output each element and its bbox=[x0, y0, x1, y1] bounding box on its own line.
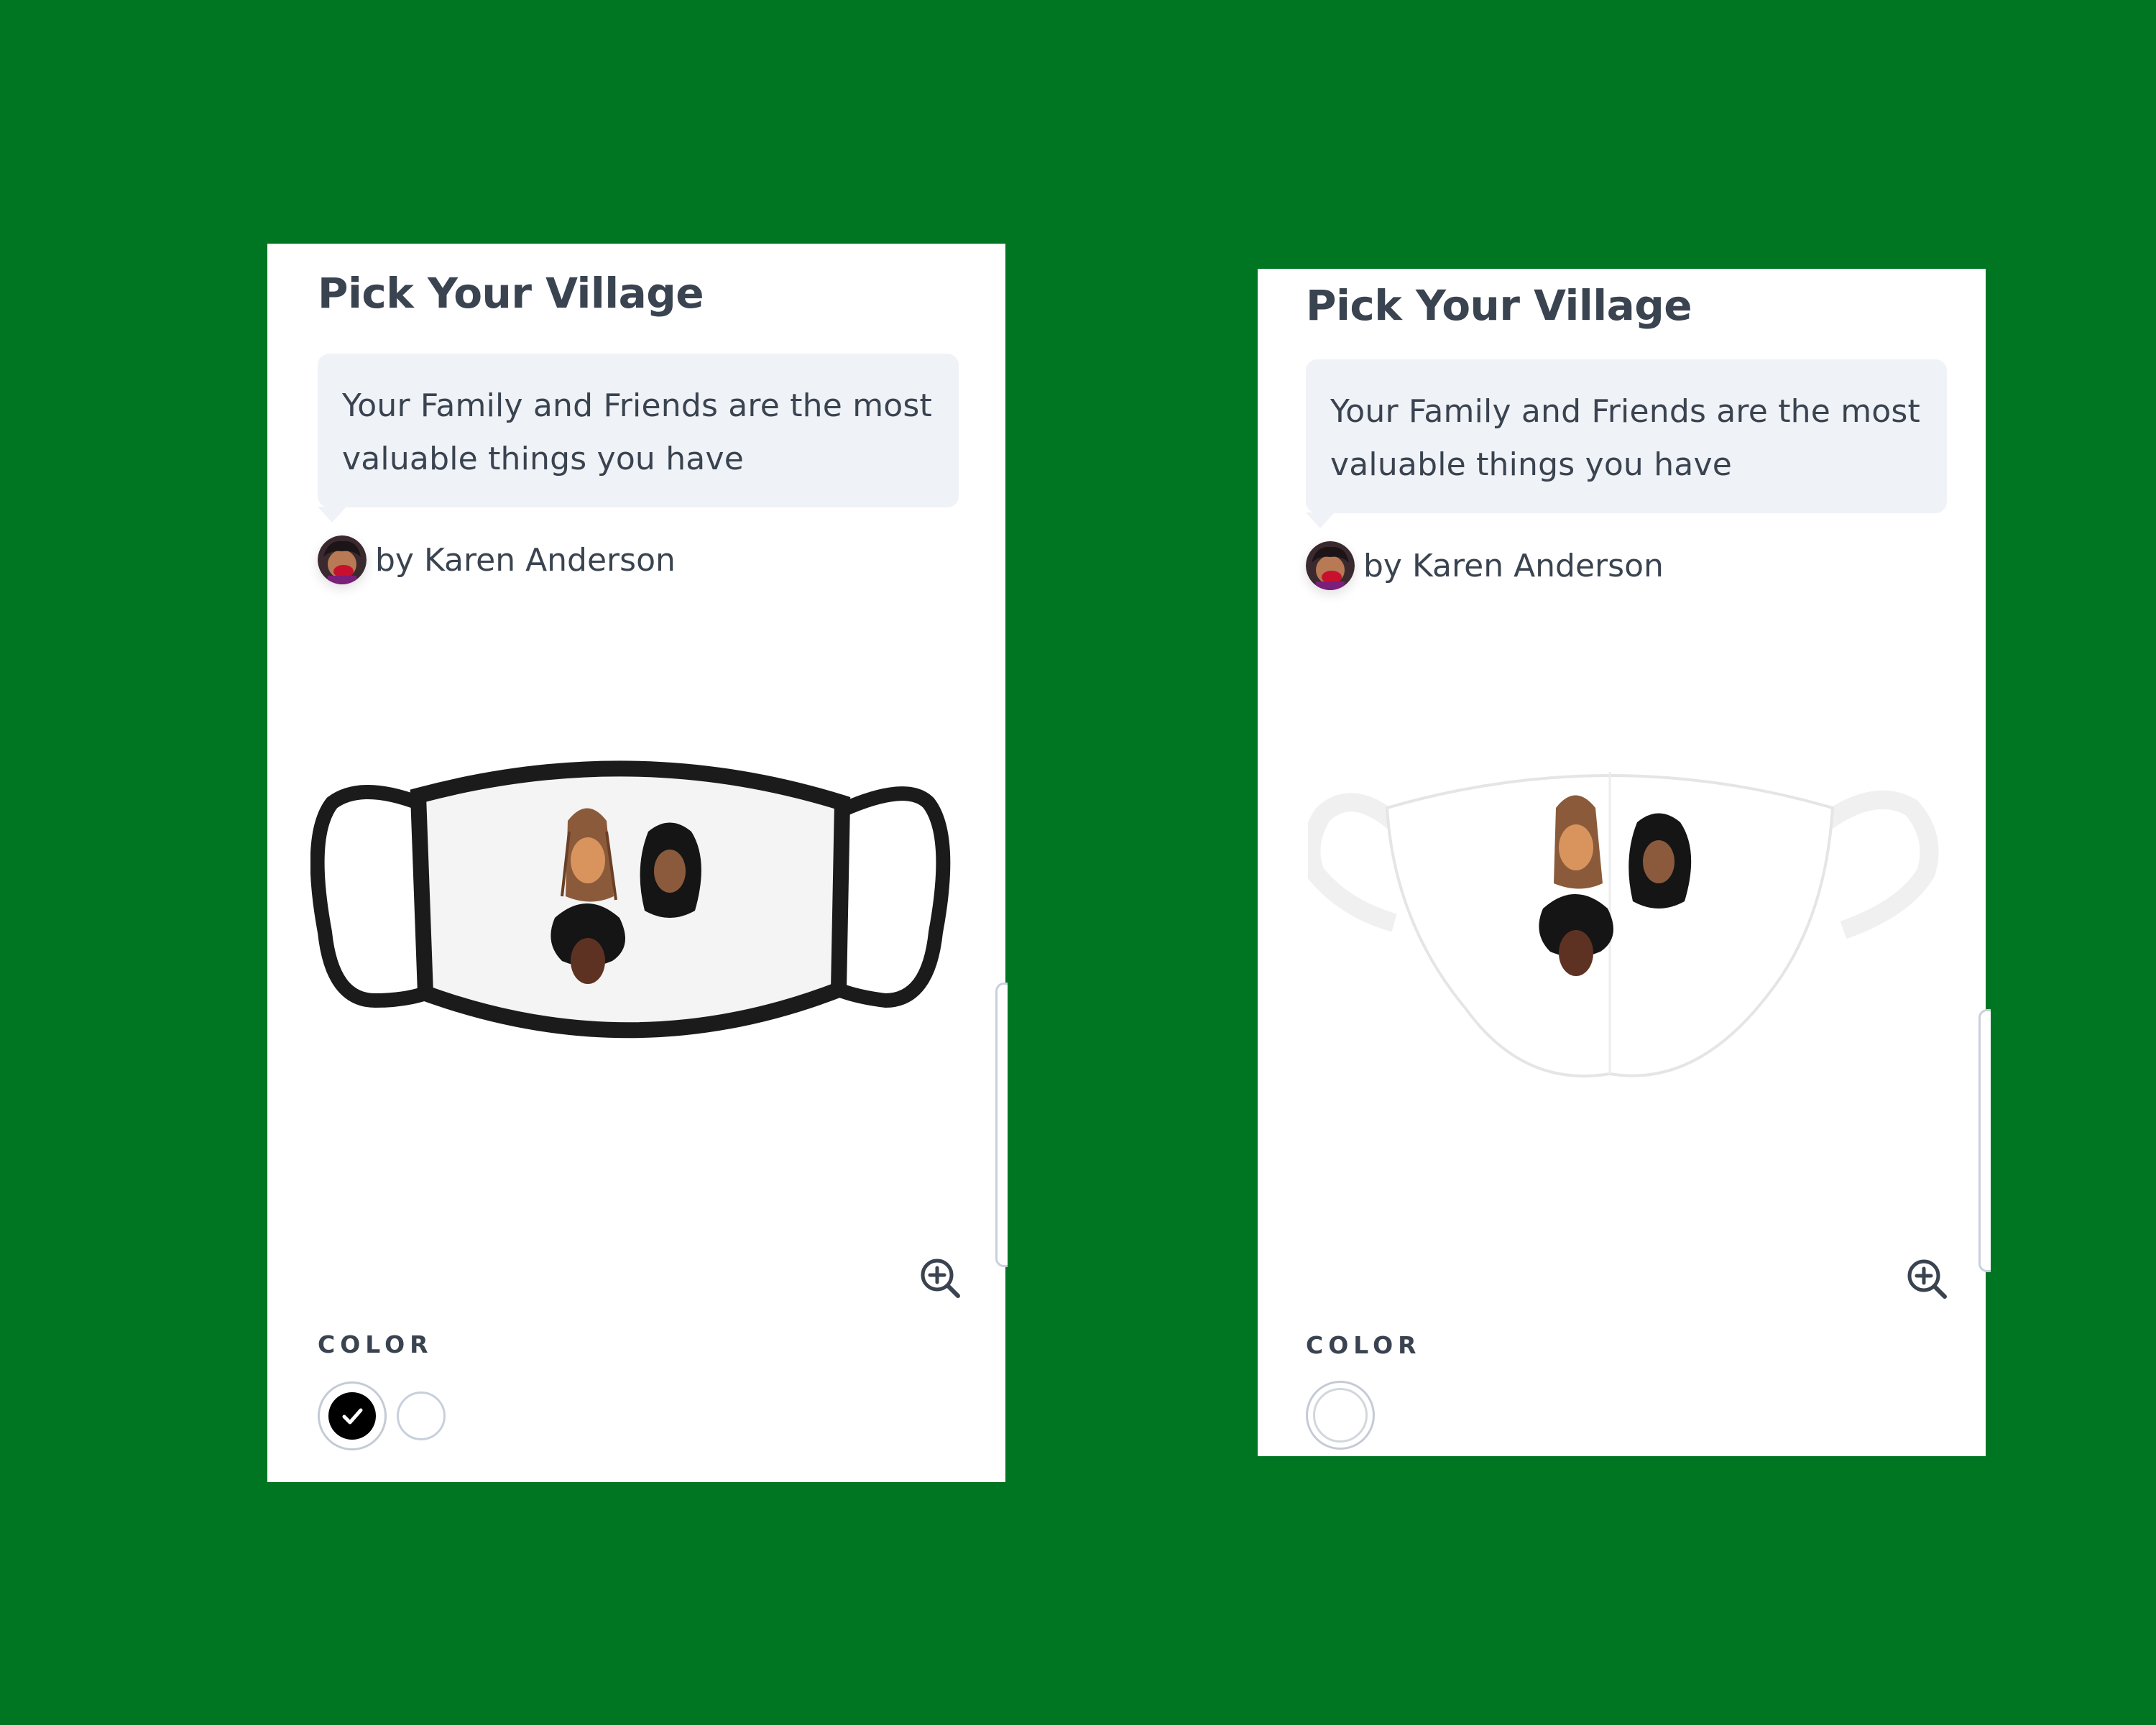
description-bubble: Your Family and Friends are the most val… bbox=[318, 354, 959, 507]
avatar[interactable] bbox=[318, 535, 367, 584]
color-label: COLOR bbox=[1306, 1331, 1422, 1359]
carousel-peek[interactable] bbox=[1978, 1009, 1991, 1272]
author-name[interactable]: by Karen Anderson bbox=[1363, 548, 1664, 584]
description-line: Your Family and Friends are the most bbox=[342, 387, 932, 424]
swatch-white-selected[interactable] bbox=[1306, 1381, 1375, 1450]
product-image-mask-black[interactable] bbox=[310, 753, 957, 1054]
description-line: valuable things you have bbox=[342, 441, 744, 477]
description-line: Your Family and Friends are the most bbox=[1330, 393, 1920, 430]
author-row[interactable]: by Karen Anderson bbox=[318, 534, 676, 586]
color-swatches bbox=[1306, 1381, 1385, 1450]
zoom-in-icon[interactable] bbox=[1904, 1256, 1949, 1301]
zoom-in-icon[interactable] bbox=[918, 1256, 962, 1300]
bubble-tail bbox=[1306, 512, 1335, 528]
product-image-mask-white[interactable] bbox=[1308, 758, 1940, 1088]
swatch-white[interactable] bbox=[397, 1392, 446, 1440]
author-name[interactable]: by Karen Anderson bbox=[375, 542, 676, 579]
product-card-black: Pick Your Village Your Family and Friend… bbox=[267, 244, 1008, 1482]
swatch-black[interactable] bbox=[328, 1392, 376, 1440]
color-label: COLOR bbox=[318, 1330, 433, 1358]
page-background: Pick Your Village Your Family and Friend… bbox=[0, 0, 2156, 1725]
color-swatches bbox=[318, 1381, 446, 1450]
carousel-peek[interactable] bbox=[995, 983, 1008, 1267]
product-title: Pick Your Village bbox=[318, 269, 704, 318]
avatar[interactable] bbox=[1306, 541, 1355, 590]
description-line: valuable things you have bbox=[1330, 446, 1732, 483]
author-row[interactable]: by Karen Anderson bbox=[1306, 540, 1664, 592]
product-card-white: Pick Your Village Your Family and Friend… bbox=[1258, 269, 1991, 1456]
description-bubble: Your Family and Friends are the most val… bbox=[1306, 359, 1947, 513]
swatch-black-selected[interactable] bbox=[318, 1381, 387, 1450]
bubble-tail bbox=[318, 507, 346, 523]
checkmark-icon bbox=[342, 1408, 363, 1425]
product-title: Pick Your Village bbox=[1306, 281, 1692, 330]
swatch-white[interactable] bbox=[1313, 1388, 1368, 1443]
